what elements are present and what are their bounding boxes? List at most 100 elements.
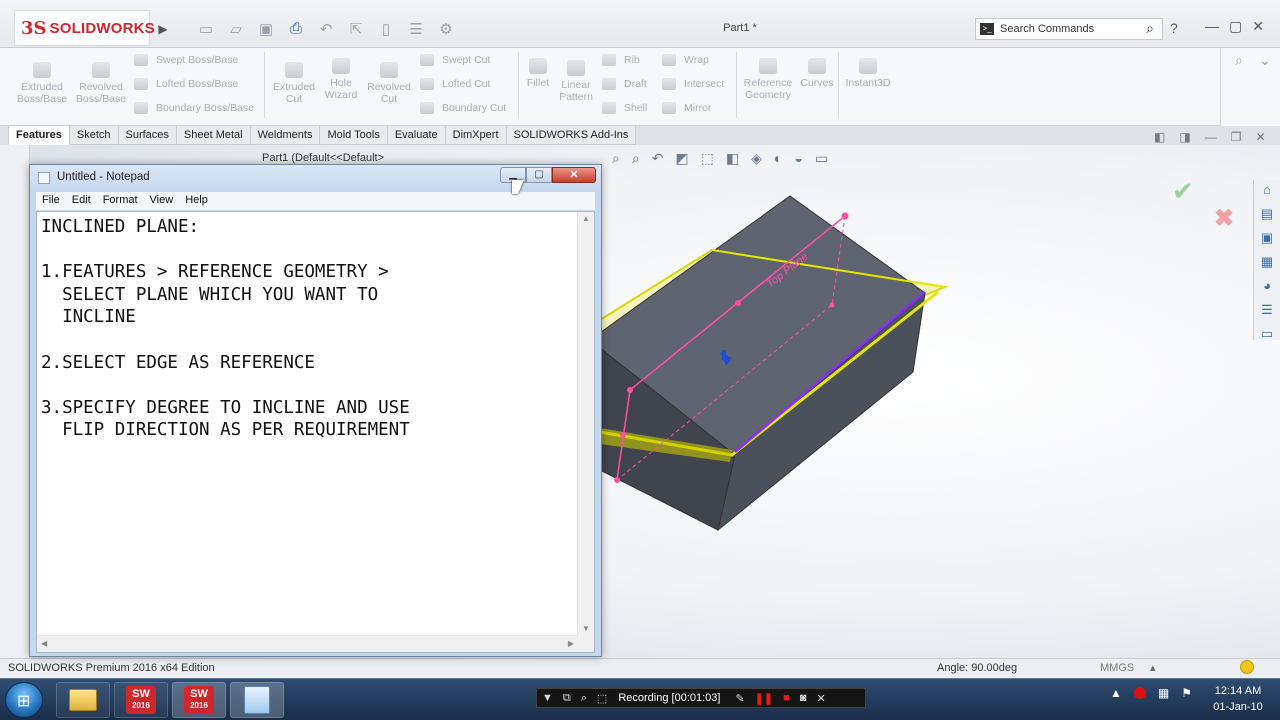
open-document-icon[interactable]: ▱: [225, 20, 247, 38]
section-view-icon[interactable]: ◩: [675, 150, 688, 167]
recording-indicator-icon[interactable]: [1133, 687, 1146, 699]
view-orientation-icon[interactable]: ⬚: [701, 150, 714, 167]
file-properties-icon[interactable]: ☰: [405, 20, 427, 38]
maximize-icon[interactable]: ▢: [1229, 18, 1242, 35]
display-style-icon[interactable]: ◧: [726, 150, 739, 167]
taskbar-solidworks-button[interactable]: SW 2016: [114, 682, 168, 718]
notepad-close-button[interactable]: ✕: [552, 167, 596, 183]
tab-dimxpert[interactable]: DimXpert: [445, 125, 507, 145]
rebuild-status-icon[interactable]: [1240, 660, 1254, 674]
confirm-checkmark-icon[interactable]: ✔: [1172, 176, 1194, 207]
view-restore-icon[interactable]: ❐: [1231, 130, 1242, 144]
extruded-cut-button[interactable]: Extruded Cut: [268, 62, 320, 105]
extruded-boss-button[interactable]: Extruded Boss/Base: [14, 62, 70, 105]
recorder-pause-icon[interactable]: ❚❚: [755, 692, 773, 705]
taskbar-solidworks-active-button[interactable]: SW 2016: [172, 682, 226, 718]
options-gear-icon[interactable]: ⚙: [435, 20, 457, 38]
notepad-maximize-button[interactable]: ▢: [526, 167, 552, 183]
view-close-icon[interactable]: ✕: [1255, 130, 1265, 144]
wrap-button[interactable]: Wrap: [662, 54, 709, 66]
forum-icon[interactable]: ▭: [1257, 326, 1277, 348]
scroll-down-icon[interactable]: ▼: [582, 624, 590, 633]
hole-wizard-button[interactable]: Hole Wizard: [320, 58, 362, 101]
units-dropdown-icon[interactable]: ▴: [1150, 661, 1156, 674]
taskbar-explorer-button[interactable]: [56, 682, 110, 718]
recorder-camera-icon[interactable]: ◙: [800, 692, 807, 704]
lofted-boss-button[interactable]: Lofted Boss/Base: [134, 78, 238, 90]
edit-appearance-icon[interactable]: ◐: [774, 150, 782, 167]
tab-mold-tools[interactable]: Mold Tools: [320, 125, 388, 145]
swept-cut-button[interactable]: Swept Cut: [420, 54, 490, 66]
recorder-region-icon[interactable]: ⬚: [597, 692, 607, 705]
solidworks-resources-icon[interactable]: ⌂: [1257, 182, 1277, 204]
previous-view-icon[interactable]: ↶: [652, 150, 664, 167]
help-icon[interactable]: ?: [1170, 20, 1178, 36]
linear-pattern-button[interactable]: Linear Pattern: [556, 60, 596, 103]
swept-boss-button[interactable]: Swept Boss/Base: [134, 54, 238, 66]
view-settings-icon[interactable]: ▭: [815, 150, 828, 167]
recorder-menu-icon[interactable]: ▼: [542, 692, 553, 704]
rebuild-icon[interactable]: ▯: [375, 20, 397, 38]
next-window-icon[interactable]: ◨: [1179, 130, 1190, 144]
recorder-close-icon[interactable]: ✕: [816, 692, 825, 705]
fillet-button[interactable]: Fillet: [522, 58, 554, 89]
solidworks-logo[interactable]: 3S SOLIDWORKS: [14, 10, 155, 46]
menu-help[interactable]: Help: [179, 192, 214, 210]
save-icon[interactable]: ▣: [255, 20, 277, 38]
instant3d-button[interactable]: Instant3D: [842, 58, 894, 89]
tab-solidworks-add-ins[interactable]: SOLIDWORKS Add-Ins: [506, 125, 637, 145]
tab-sheet-metal[interactable]: Sheet Metal: [176, 125, 251, 145]
revolved-cut-button[interactable]: Revolved Cut: [364, 62, 414, 105]
menu-format[interactable]: Format: [97, 192, 144, 210]
horizontal-scrollbar[interactable]: ◀ ▶: [37, 635, 578, 652]
print-icon[interactable]: ⎙: [285, 20, 307, 38]
draft-button[interactable]: Draft: [602, 78, 647, 90]
recorder-zoom-icon[interactable]: ⌕: [581, 692, 587, 705]
units-label[interactable]: MMGS: [1100, 662, 1134, 674]
boundary-boss-button[interactable]: Boundary Boss/Base: [134, 102, 254, 114]
curves-button[interactable]: Curves: [798, 58, 836, 89]
vertical-scrollbar[interactable]: ▲ ▼: [577, 212, 594, 635]
notepad-text-area[interactable]: INCLINED PLANE: 1.FEATURES > REFERENCE G…: [36, 211, 595, 653]
new-document-icon[interactable]: ▭: [195, 20, 217, 38]
notepad-content[interactable]: INCLINED PLANE: 1.FEATURES > REFERENCE G…: [41, 216, 576, 636]
reference-geometry-button[interactable]: Reference Geometry: [740, 58, 796, 101]
intersect-button[interactable]: Intersect: [662, 78, 724, 90]
hide-show-items-icon[interactable]: ◈: [751, 150, 762, 167]
pin-icon[interactable]: ⌕: [1235, 52, 1243, 69]
zoom-to-fit-icon[interactable]: ⌕: [612, 150, 620, 167]
feature-tree-path[interactable]: Part1 (Default<<Default>: [262, 152, 384, 164]
cancel-x-icon[interactable]: ✖: [1214, 204, 1234, 233]
lofted-cut-button[interactable]: Lofted Cut: [420, 78, 490, 90]
tab-surfaces[interactable]: Surfaces: [118, 125, 177, 145]
start-button[interactable]: ⊞: [5, 682, 43, 718]
action-center-icon[interactable]: ⚑: [1181, 686, 1192, 700]
custom-properties-icon[interactable]: ☰: [1257, 302, 1277, 324]
expand-icon[interactable]: ⌄: [1259, 52, 1271, 69]
zoom-to-area-icon[interactable]: ⌕: [632, 150, 640, 167]
search-commands-input[interactable]: >_ Search Commands ⌕: [975, 18, 1163, 40]
recorder-pen-icon[interactable]: ✎: [735, 692, 744, 705]
mirror-button[interactable]: Mirror: [662, 102, 711, 114]
appearances-icon[interactable]: ◕: [1257, 278, 1277, 300]
search-icon[interactable]: ⌕: [1146, 20, 1154, 37]
select-icon[interactable]: ⇱: [345, 20, 367, 38]
taskbar-clock[interactable]: 12:14 AM 01-Jan-10: [1208, 683, 1268, 715]
menu-file[interactable]: File: [36, 192, 66, 210]
scroll-up-icon[interactable]: ▲: [582, 214, 590, 223]
feature-manager-panel[interactable]: [0, 145, 30, 658]
tray-expand-icon[interactable]: ▲: [1110, 686, 1122, 700]
recorder-stop-icon[interactable]: ■: [783, 692, 790, 704]
minimize-icon[interactable]: —: [1205, 18, 1219, 35]
boundary-cut-button[interactable]: Boundary Cut: [420, 102, 506, 114]
tab-sketch[interactable]: Sketch: [69, 125, 119, 145]
undo-icon[interactable]: ↶: [315, 20, 337, 38]
close-icon[interactable]: ✕: [1252, 18, 1264, 35]
shell-button[interactable]: Shell: [602, 102, 647, 114]
apply-scene-icon[interactable]: ◒: [794, 150, 802, 167]
tab-evaluate[interactable]: Evaluate: [387, 125, 446, 145]
scroll-left-icon[interactable]: ◀: [41, 639, 47, 648]
design-library-icon[interactable]: ▤: [1257, 206, 1277, 228]
menu-flyout-arrow-icon[interactable]: ▶: [155, 18, 171, 40]
previous-window-icon[interactable]: ◧: [1154, 130, 1165, 144]
